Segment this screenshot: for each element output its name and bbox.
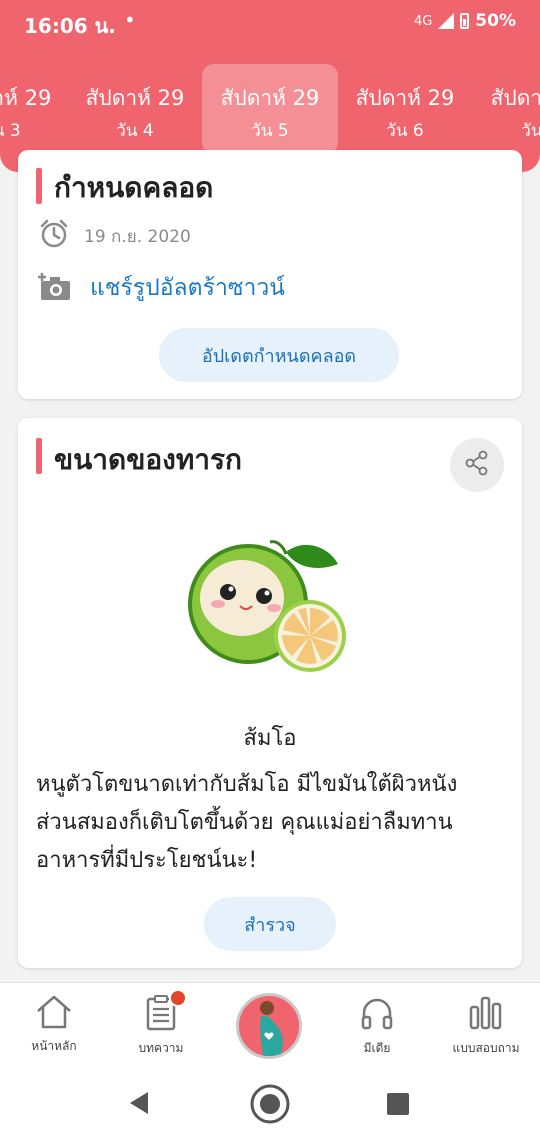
week-label: สัปดาห์ 29	[85, 86, 185, 110]
share-button[interactable]	[450, 438, 504, 492]
day-label: วัน 6	[386, 121, 424, 141]
home-circle-icon[interactable]	[248, 1082, 292, 1130]
week-label: สัปดาห์ 29	[220, 86, 320, 110]
nav-quiz-label: แบบสอบถาม	[452, 1041, 520, 1055]
nav-home-label: หน้าหลัก	[31, 1039, 77, 1053]
pomelo-illustration	[178, 534, 348, 678]
nav-media-label: มีเดีย	[363, 1041, 391, 1055]
baby-size-card: ขนาดของทารก ส้มโอ หนูตัวโตขนาดเท่ากับส้ม…	[18, 418, 522, 968]
nav-articles[interactable]: บทความ	[111, 989, 211, 1058]
bottom-navigation: หน้าหลัก บทความ มีเดีย แบบสอบถาม	[0, 982, 540, 1067]
description-line: อาหารที่มีประโยชน์นะ!	[36, 848, 258, 873]
week-label: สัปดาห์ 29	[490, 86, 540, 110]
status-bar: 16:06 น. • 4G 50%	[0, 0, 540, 46]
articles-icon	[144, 995, 178, 1035]
system-navigation-bar	[0, 1066, 540, 1140]
due-date-card: กำหนดคลอด 19 ก.ย. 2020 แชร์รูปอัลตร้าซาว…	[18, 150, 522, 399]
notification-badge	[169, 989, 187, 1007]
nav-quiz[interactable]: แบบสอบถาม	[436, 995, 536, 1058]
recents-icon[interactable]	[386, 1092, 410, 1120]
back-icon[interactable]	[126, 1090, 152, 1120]
week-day-tab[interactable]: สัปดาห์ 29 วัน 3	[0, 64, 70, 154]
bar-chart-icon	[468, 996, 504, 1035]
week-label: สัปดาห์ 29	[355, 86, 455, 110]
notification-dot: •	[124, 8, 136, 32]
battery-icon	[460, 13, 470, 29]
day-label: วัน 7	[521, 121, 540, 141]
home-icon	[35, 995, 73, 1033]
headphones-icon	[359, 998, 395, 1035]
due-date-row: 19 ก.ย. 2020	[38, 218, 191, 254]
baby-size-title: ขนาดของทารก	[54, 443, 242, 476]
share-ultrasound-row[interactable]: แชร์รูปอัลตร้าซาวน์	[38, 270, 285, 306]
day-label: วัน 5	[251, 121, 289, 141]
description-line: ส่วนสมองก็เติบโตขึ้นด้วย คุณแม่อย่าลืมทา…	[36, 810, 453, 835]
alarm-clock-icon	[38, 218, 70, 254]
pregnancy-center-button[interactable]	[236, 993, 302, 1059]
day-label: วัน 4	[116, 121, 154, 141]
explore-button[interactable]: สำรวจ	[204, 897, 336, 951]
share-ultrasound-link[interactable]: แชร์รูปอัลตร้าซาวน์	[90, 270, 285, 306]
week-day-tab[interactable]: สัปดาห์ 29 วัน 7	[472, 64, 540, 154]
status-icons: 4G 50%	[414, 11, 516, 31]
network-type: 4G	[413, 13, 433, 29]
baby-size-description: หนูตัวโตขนาดเท่ากับส้มโอ มีไขมันใต้ผิวหน…	[36, 766, 512, 880]
add-photo-icon	[38, 270, 72, 306]
description-line: หนูตัวโตขนาดเท่ากับส้มโอ มีไขมันใต้ผิวหน…	[36, 772, 458, 797]
share-icon	[463, 449, 491, 481]
pregnant-woman-icon	[239, 1001, 299, 1056]
week-day-tab[interactable]: สัปดาห์ 29 วัน 4	[67, 64, 203, 154]
nav-articles-label: บทความ	[138, 1041, 184, 1055]
fruit-name: ส้มโอ	[243, 726, 297, 751]
update-due-date-button[interactable]: อัปเดตกำหนดคลอด	[159, 328, 399, 382]
nav-media[interactable]: มีเดีย	[327, 995, 427, 1058]
status-time: 16:06 น.	[24, 14, 116, 38]
nav-home[interactable]: หน้าหลัก	[4, 995, 104, 1056]
title-accent	[36, 168, 42, 204]
due-date-title: กำหนดคลอด	[54, 171, 214, 204]
week-day-tab[interactable]: สัปดาห์ 29 วัน 6	[337, 64, 473, 154]
week-label: สัปดาห์ 29	[0, 86, 52, 110]
signal-icon	[438, 13, 455, 29]
title-accent	[36, 438, 42, 474]
due-date-value: 19 ก.ย. 2020	[84, 226, 191, 247]
week-day-tab-selected[interactable]: สัปดาห์ 29 วัน 5	[202, 64, 338, 154]
battery-percent: 50%	[475, 11, 516, 31]
day-label: วัน 3	[0, 121, 21, 141]
